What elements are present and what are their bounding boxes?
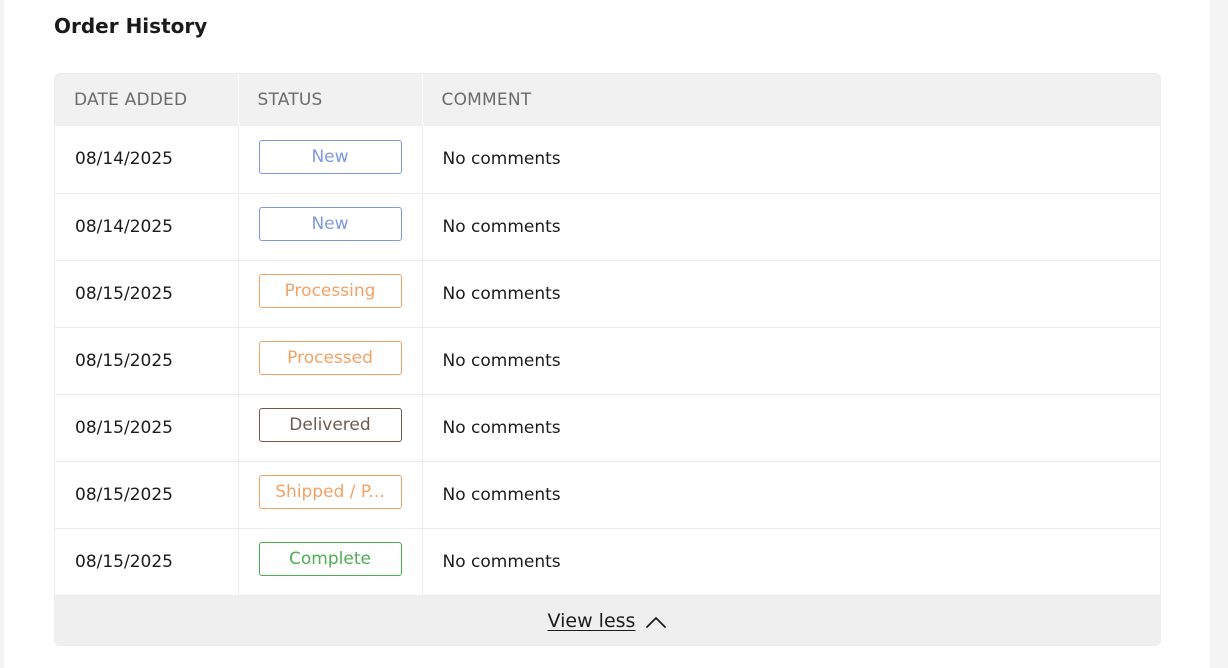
view-less-button[interactable]: View less — [55, 595, 1160, 645]
table-row: 08/15/2025 Complete No comments — [55, 528, 1160, 595]
status-badge: New — [258, 207, 402, 241]
table-row: 08/15/2025 Delivered No comments — [55, 394, 1160, 461]
table-row: 08/14/2025 New No comments — [55, 193, 1160, 260]
comment-cell: No comments — [442, 216, 561, 237]
status-cell: New — [238, 126, 423, 193]
status-cell: Processed — [238, 327, 423, 394]
date-cell: 08/15/2025 — [55, 394, 239, 461]
date-cell: 08/15/2025 — [55, 528, 239, 595]
date-cell: 08/15/2025 — [55, 461, 239, 528]
comment-cell: No comments — [442, 551, 561, 572]
status-badge: Shipped / P... — [258, 475, 402, 509]
table-row: 08/15/2025 Processing No comments — [55, 260, 1160, 327]
order-history-table: DATE ADDED STATUS COMMENT 08/14/2025 New N… — [54, 73, 1161, 646]
table-header-row: DATE ADDED STATUS COMMENT — [55, 74, 1160, 126]
status-badge: Delivered — [258, 408, 402, 442]
status-badge: Complete — [258, 542, 402, 577]
column-header-date-added: DATE ADDED — [55, 74, 239, 126]
chevron-up-icon — [645, 614, 667, 628]
table-row: 08/14/2025 New No comments — [55, 126, 1160, 193]
status-badge: Processing — [258, 274, 402, 308]
column-header-status: STATUS — [238, 74, 423, 126]
comment-cell: No comments — [442, 484, 561, 505]
status-cell: Complete — [238, 528, 423, 595]
table-row: 08/15/2025 Shipped / P... No comments — [55, 461, 1160, 528]
status-cell: New — [238, 193, 423, 260]
status-cell: Shipped / P... — [238, 461, 423, 528]
column-header-comment: COMMENT — [441, 90, 532, 110]
comment-cell: No comments — [442, 417, 561, 438]
section-title: Order History — [54, 14, 208, 38]
order-history-panel: Order History DATE ADDED STATUS COMMENT … — [4, 0, 1210, 668]
date-cell: 08/15/2025 — [55, 260, 239, 327]
status-badge: Processed — [258, 341, 402, 375]
table-row: 08/15/2025 Processed No comments — [55, 327, 1160, 394]
comment-cell: No comments — [442, 149, 561, 170]
comment-cell: No comments — [442, 283, 561, 304]
status-cell: Delivered — [238, 394, 423, 461]
comment-cell: No comments — [442, 350, 561, 371]
date-cell: 08/14/2025 — [55, 126, 239, 193]
view-less-label[interactable]: View less — [548, 610, 636, 632]
date-cell: 08/15/2025 — [55, 327, 239, 394]
date-cell: 08/14/2025 — [55, 193, 239, 260]
status-cell: Processing — [238, 260, 423, 327]
status-badge: New — [258, 139, 402, 174]
